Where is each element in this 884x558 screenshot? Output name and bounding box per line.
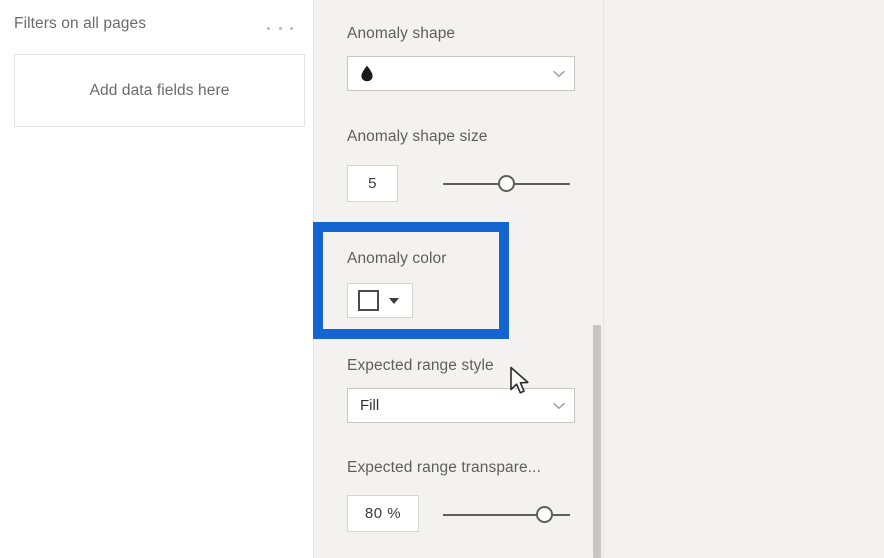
scrollbar-thumb[interactable] (593, 325, 601, 558)
anomaly-shape-size-value: 5 (368, 175, 377, 192)
expected-range-style-value: Fill (360, 397, 380, 414)
expected-range-style-label: Expected range style (347, 357, 494, 374)
anomaly-color-picker[interactable] (347, 283, 413, 318)
expected-range-transparency-label: Expected range transpare... (347, 459, 541, 476)
add-data-fields-dropzone[interactable]: Add data fields here (14, 54, 305, 127)
chevron-down-icon (544, 389, 574, 422)
anomaly-shape-label: Anomaly shape (347, 25, 456, 42)
format-pane-scrollbar[interactable] (591, 0, 603, 558)
expected-range-transparency-slider[interactable] (443, 503, 570, 527)
anomaly-shape-size-input[interactable]: 5 (347, 165, 398, 202)
add-data-fields-label: Add data fields here (89, 81, 230, 99)
ellipsis-dot (267, 26, 270, 30)
slider-thumb[interactable] (536, 506, 554, 523)
report-canvas-area (604, 0, 884, 558)
filters-pane: Filters on all pages Add data fields her… (0, 0, 313, 558)
expected-range-transparency-value: 80 % (364, 505, 402, 522)
ellipsis-dot (278, 26, 282, 30)
slider-thumb[interactable] (498, 175, 515, 192)
ellipsis-icon[interactable] (267, 21, 293, 35)
ellipsis-dot (290, 26, 293, 30)
teardrop-shape-icon (360, 65, 374, 82)
filters-header: Filters on all pages (14, 15, 299, 39)
expected-range-transparency-input[interactable]: 80 % (347, 495, 419, 532)
anomaly-shape-dropdown[interactable] (347, 56, 575, 91)
format-pane: Anomaly shape Anomaly shape size 5 Anoma… (314, 0, 603, 558)
app-screen: Filters on all pages Add data fields her… (0, 0, 884, 558)
chevron-down-icon (544, 57, 574, 90)
filters-pane-title: Filters on all pages (14, 15, 147, 32)
caret-down-icon (389, 297, 399, 304)
expected-range-style-dropdown[interactable]: Fill (347, 388, 575, 423)
anomaly-shape-size-slider[interactable] (443, 172, 570, 196)
anomaly-color-label: Anomaly color (347, 250, 447, 267)
anomaly-shape-size-label: Anomaly shape size (347, 128, 488, 145)
anomaly-color-swatch (358, 290, 379, 311)
